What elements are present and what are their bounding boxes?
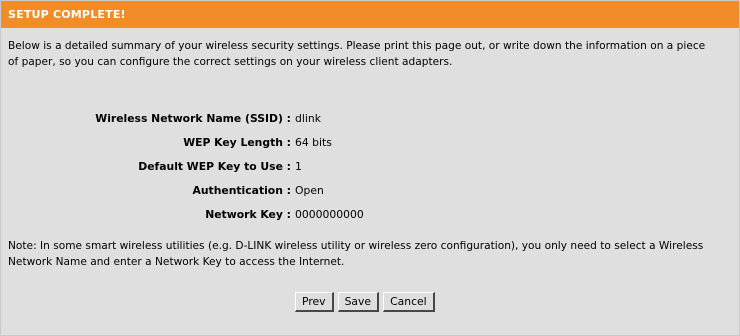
ssid-label: Wireless Network Name (SSID) : <box>95 112 291 125</box>
network-key-value: 0000000000 <box>295 208 364 221</box>
summary-row-wep-key-length: WEP Key Length : 64 bits <box>1 135 740 151</box>
setup-complete-panel: SETUP COMPLETE! Below is a detailed summ… <box>0 0 740 336</box>
prev-button[interactable]: Prev <box>295 292 334 312</box>
note-text: Note: In some smart wireless utilities (… <box>8 240 704 268</box>
intro-text: Below is a detailed summary of your wire… <box>8 40 706 68</box>
summary-row-default-wep-key: Default WEP Key to Use : 1 <box>1 159 740 175</box>
summary-row-ssid: Wireless Network Name (SSID) : dlink <box>1 111 740 127</box>
authentication-value: Open <box>295 184 324 197</box>
wep-key-length-value: 64 bits <box>295 136 332 149</box>
cancel-button[interactable]: Cancel <box>383 292 435 312</box>
panel-header: SETUP COMPLETE! <box>1 1 739 28</box>
summary-row-authentication: Authentication : Open <box>1 183 740 199</box>
action-buttons: Prev Save Cancel <box>295 292 439 312</box>
summary-row-network-key: Network Key : 0000000000 <box>1 207 740 223</box>
wep-key-length-label: WEP Key Length : <box>183 136 291 149</box>
authentication-label: Authentication : <box>192 184 292 197</box>
default-wep-key-value: 1 <box>295 160 302 173</box>
network-key-label: Network Key : <box>205 208 291 221</box>
ssid-value: dlink <box>295 112 321 125</box>
panel-title: SETUP COMPLETE! <box>8 8 126 21</box>
save-button[interactable]: Save <box>337 292 380 312</box>
default-wep-key-label: Default WEP Key to Use : <box>138 160 291 173</box>
